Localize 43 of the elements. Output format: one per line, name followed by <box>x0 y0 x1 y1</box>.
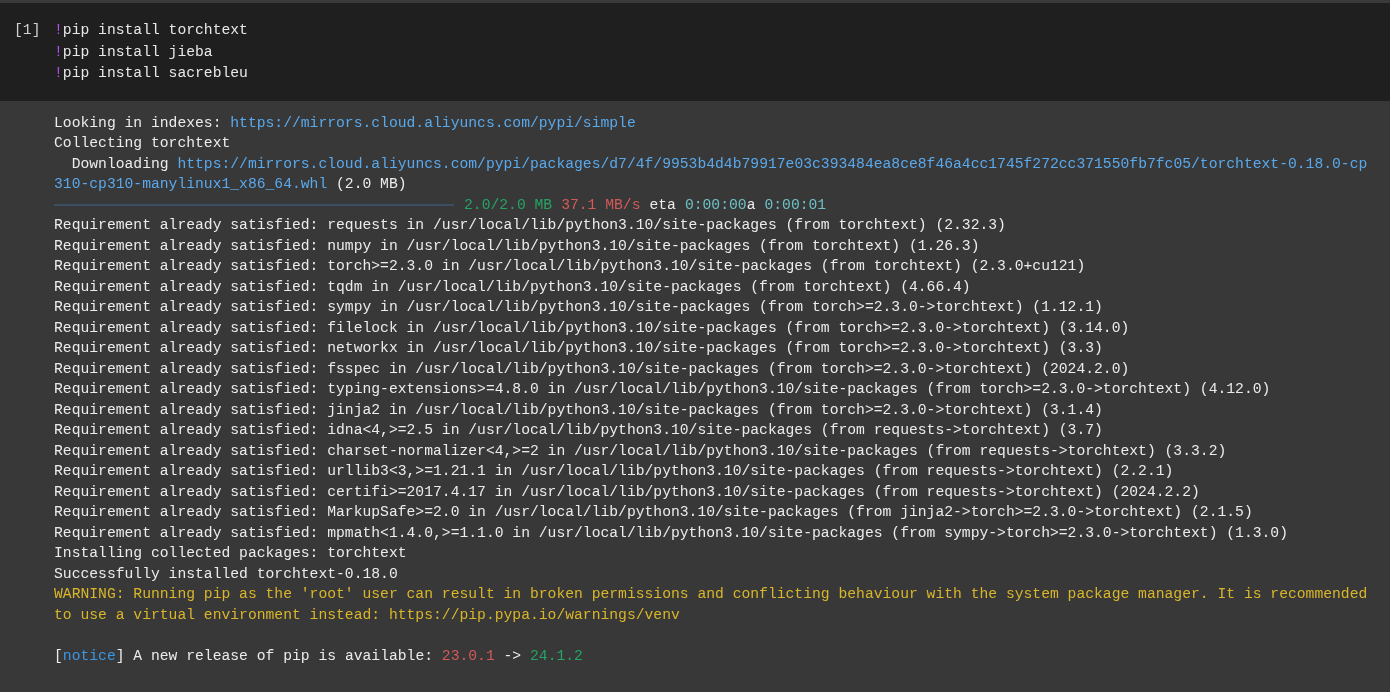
output-text: Requirement already satisfied: idna<4,>=2.5 in /usr/local/lib/python3.10/site-packages (from requests->torchtext) (3.7) <box>54 421 1103 440</box>
output-link[interactable]: 310-cp310-manylinux1_x86_64.whl <box>54 174 328 195</box>
output-link[interactable]: https://mirrors.cloud.aliyuncs.com/pypi/simple <box>230 112 636 133</box>
output-text: Requirement already satisfied: sympy in /usr/local/lib/python3.10/site-packages (from torch>=2.3.0->torchtext) (1.12.1) <box>54 298 1103 317</box>
code-line: !pip install torchtext <box>54 21 248 40</box>
output-text: Collecting torchtext <box>54 134 231 153</box>
output-text: Requirement already satisfied: typing-extensions>=4.8.0 in /usr/local/lib/python3.10/site-packages (from torch>=2.3.0->torchtext) (4.12.0) <box>54 380 1271 399</box>
output-text: Requirement already satisfied: jinja2 in /usr/local/lib/python3.10/site-packages (from torch>=2.3.0->torchtext) (3.1.4) <box>54 400 1103 420</box>
cell-prompt: [1] <box>14 22 41 38</box>
output-text: Requirement already satisfied: charset-normalizer<4,>=2 in /usr/local/lib/python3.10/site-packages (from requests->torchtext) (3.3.2) <box>54 441 1227 461</box>
output-text: [ <box>54 646 63 666</box>
output-text: Requirement already satisfied: torch>=2.3.0 in /usr/local/lib/python3.10/site-packages (from torchtext) (2.3.0+cu121) <box>54 257 1086 276</box>
notice-tag: notice <box>62 645 116 666</box>
output-text: Downloading <box>70 154 170 174</box>
output-text: 37.1 MB/s <box>561 195 641 215</box>
output-text: Successfully installed torchtext-0.18.0 <box>54 564 398 584</box>
warning-text: to use a virtual environment instead: https://pip.pypa.io/warnings/venv <box>54 605 680 625</box>
output-text: Requirement already satisfied: mpmath<1.4.0,>=1.1.0 in /usr/local/lib/python3.10/site-packages (from sympy->torch>=2.3.0->torchtext) (1.3.0) <box>54 523 1288 543</box>
output-text: Installing collected packages: torchtext <box>54 544 407 563</box>
output-text: (2.0 MB) <box>335 175 407 194</box>
output-text: 0:00:00 <box>684 195 747 215</box>
output-text: ] A new release of pip is available: <box>115 646 435 666</box>
output-text: Requirement already satisfied: tqdm in /usr/local/lib/python3.10/site-packages (from torchtext) (4.66.4) <box>54 277 971 297</box>
output-text: Requirement already satisfied: numpy in /usr/local/lib/python3.10/site-packages (from torchtext) (1.26.3) <box>54 236 980 256</box>
output-text: Requirement already satisfied: fsspec in /usr/local/lib/python3.10/site-packages (from torch>=2.3.0->torchtext) (2024.2.0) <box>54 359 1130 379</box>
output-text: Looking in indexes: <box>54 113 223 133</box>
output-text: Requirement already satisfied: filelock in /usr/local/lib/python3.10/site-packages (from torch>=2.3.0->torchtext) (3.14.0) <box>54 318 1130 338</box>
output-text: Requirement already satisfied: certifi>=2017.4.17 in /usr/local/lib/python3.10/site-packages (from requests->torchtext) (2024.2.2) <box>54 482 1200 502</box>
code-line: !pip install sacrebleu <box>54 64 248 83</box>
output-text: 0:00:01 <box>764 195 827 215</box>
output-text: 2.0/2.0 MB <box>464 195 553 215</box>
code-line: !pip install jieba <box>54 42 213 62</box>
output-text: -> <box>502 646 523 666</box>
output-text: Requirement already satisfied: requests in /usr/local/lib/python3.10/site-packages (from torchtext) (2.32.3) <box>54 216 1006 235</box>
output-text: Requirement already satisfied: urllib3<3,>=1.21.1 in /usr/local/lib/python3.10/site-packages (from requests->torchtext) (2.2.1) <box>54 462 1174 481</box>
output-text: 23.0.1 <box>441 646 495 666</box>
output-link[interactable]: https://mirrors.cloud.aliyuncs.com/pypi/packages/d7/4f/9953b4d4b79917e03c393484ea8ce8f46a4cc1745f272cc371550fb7fc05/torchtext-0.18.0-cp <box>177 153 1368 174</box>
warning-text: WARNING: Running pip as the 'root' user can result in broken permissions and conflicting behaviour with the system package manager. It is recommended <box>54 585 1368 604</box>
output-text: eta <box>649 195 676 215</box>
output-text: Requirement already satisfied: networkx in /usr/local/lib/python3.10/site-packages (from torch>=2.3.0->torchtext) (3.3) <box>54 339 1103 358</box>
output-text: a <box>746 195 756 215</box>
output-text: Requirement already satisfied: MarkupSafe>=2.0 in /usr/local/lib/python3.10/site-packages (from jinja2->torch>=2.3.0->torchtext) (2.1.5) <box>54 503 1253 522</box>
output-text: 24.1.2 <box>530 646 583 666</box>
